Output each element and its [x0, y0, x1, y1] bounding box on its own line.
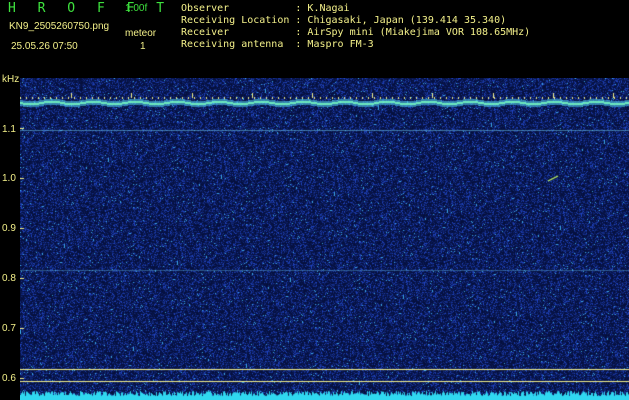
y-tick-label: 0.6	[2, 373, 16, 384]
y-tick-label: 0.9	[2, 223, 16, 234]
filename-label: KN9_2505260750.png	[9, 21, 110, 32]
y-tick-label: 1.1	[2, 124, 16, 135]
y-tick-label: 1.0	[2, 173, 16, 184]
y-tick-label: 0.7	[2, 323, 16, 334]
y-tick-label: 0.8	[2, 273, 16, 284]
meteor-count: 1	[140, 41, 146, 52]
y-unit-label: kHz	[2, 74, 20, 85]
observer-line: Observer : K.Nagai	[181, 3, 350, 14]
spectrogram-canvas[interactable]	[20, 78, 629, 400]
location-line: Receiving Location : Chigasaki, Japan (1…	[181, 15, 507, 26]
receiver-line: Receiver : AirSpy mini (Miakejima VOR 10…	[181, 27, 531, 38]
antenna-line: Receiving antenna : Maspro FM-3	[181, 39, 374, 50]
meteor-label: meteor	[125, 28, 157, 39]
datetime-label: 25.05.26 07:50	[11, 41, 78, 52]
version-label: 1.00f	[125, 3, 148, 14]
